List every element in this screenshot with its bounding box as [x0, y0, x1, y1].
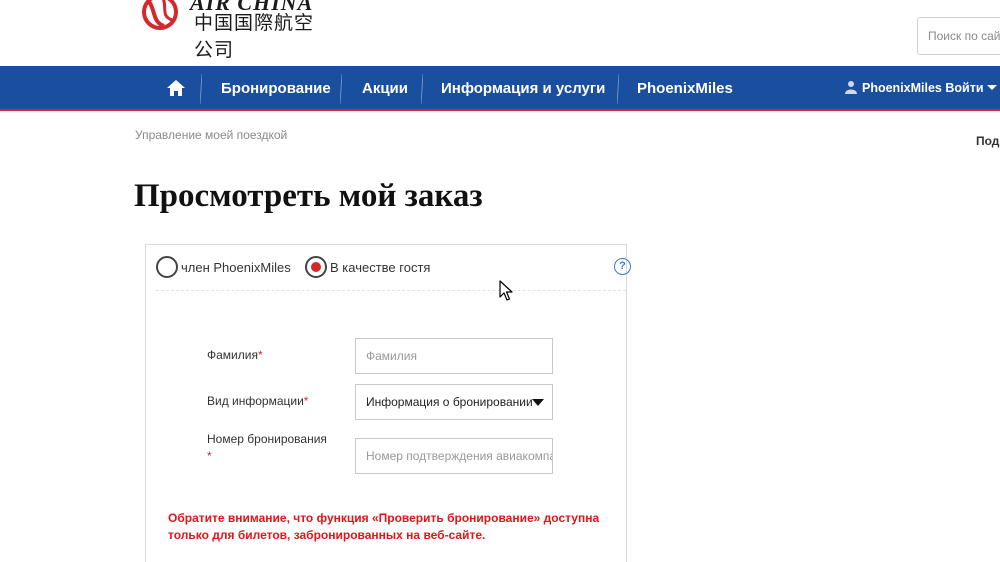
nav-item-info-services[interactable]: Информация и услуги	[441, 66, 605, 111]
radio-member-label[interactable]: член PhoenixMiles	[181, 260, 291, 275]
chevron-down-icon	[986, 85, 997, 91]
info-type-value: Информация о бронировании	[366, 395, 533, 409]
radio-guest-label[interactable]: В качестве гостя	[330, 260, 430, 275]
nav-separator	[617, 74, 619, 104]
nav-separator	[421, 74, 423, 104]
user-icon	[845, 81, 857, 95]
logo-text-cn: 中国国際航空公司	[194, 12, 315, 61]
radio-guest[interactable]	[305, 256, 327, 278]
top-header: AIR CHINA 中国国際航空公司 Поиск по сайту	[0, 0, 1000, 66]
user-type-selector: член PhoenixMiles В качестве гостя ?	[156, 255, 631, 291]
nav-item-promotions[interactable]: Акции	[362, 66, 408, 111]
site-search-input[interactable]: Поиск по сайту	[917, 17, 1000, 55]
home-icon[interactable]	[166, 78, 186, 98]
nav-item-phoenixmiles[interactable]: PhoenixMiles	[637, 66, 733, 111]
booking-number-input[interactable]: Номер подтверждения авиакомпании	[355, 438, 553, 474]
air-china-logo[interactable]: AIR CHINA 中国国際航空公司	[138, 0, 328, 61]
nav-item-booking[interactable]: Бронирование	[221, 66, 331, 111]
nav-separator	[340, 74, 342, 104]
dropdown-arrow-icon	[532, 399, 544, 406]
booking-number-label: Номер бронирования *	[207, 432, 327, 463]
booking-lookup-panel: член PhoenixMiles В качестве гостя ? Фам…	[145, 244, 631, 562]
info-type-label: Вид информации*	[207, 394, 309, 408]
surname-label: Фамилия*	[207, 348, 263, 362]
required-mark: *	[257, 348, 263, 362]
page-title: Просмотреть мой заказ	[134, 178, 483, 214]
mouse-cursor-icon	[499, 280, 513, 301]
right-side-link[interactable]: Под	[976, 134, 999, 148]
help-icon[interactable]: ?	[614, 258, 631, 275]
main-nav: Бронирование Акции Информация и услуги P…	[0, 66, 1000, 111]
surname-input[interactable]: Фамилия	[355, 338, 553, 374]
phoenix-logo-icon	[142, 0, 178, 30]
radio-member[interactable]	[156, 256, 178, 278]
booking-notice: Обратите внимание, что функция «Проверит…	[168, 511, 600, 542]
required-mark: *	[207, 449, 212, 463]
login-label: PhoenixMiles Войти	[862, 81, 984, 95]
required-mark: *	[303, 394, 309, 408]
info-type-select[interactable]: Информация о бронировании	[355, 384, 553, 420]
login-menu[interactable]: PhoenixMiles Войти	[845, 66, 997, 111]
nav-separator	[200, 74, 202, 104]
breadcrumb[interactable]: Управление моей поездкой	[135, 128, 287, 142]
